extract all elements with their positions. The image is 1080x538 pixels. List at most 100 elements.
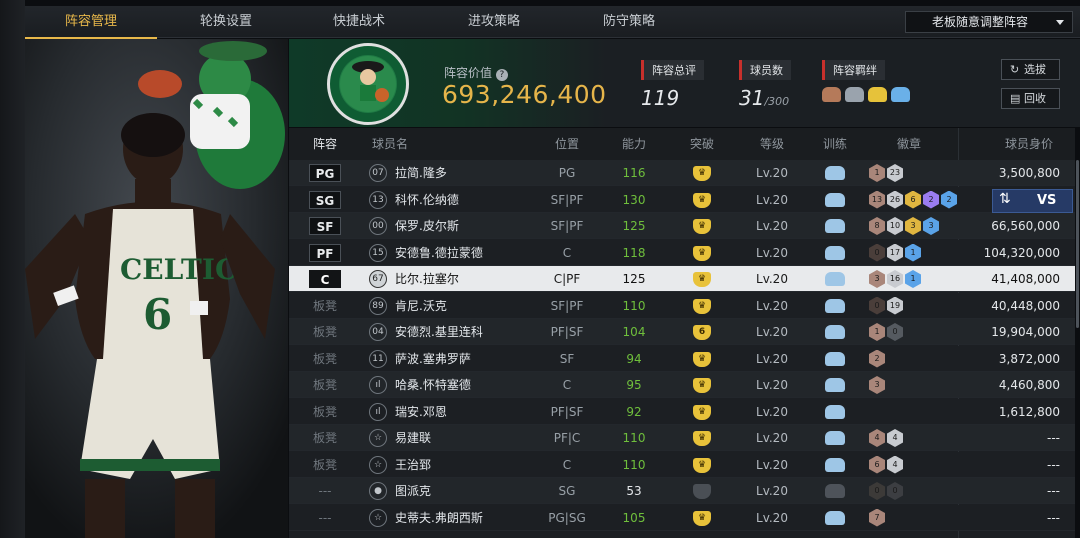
table-row[interactable]: SG13科怀.伦纳德SF|PF130♛Lv.2013266223 bbox=[289, 186, 1075, 213]
table-row[interactable]: 板凳 ıl 瑞安.邓恩 PF|SF 92 ♛ Lv.20 1,612,800 bbox=[289, 398, 1075, 425]
badge-icon[interactable]: 0 bbox=[869, 482, 885, 500]
badge-icon[interactable]: 3 bbox=[905, 217, 921, 235]
badge-icon[interactable]: 17 bbox=[887, 243, 903, 262]
player-name[interactable]: 哈桑.怀特塞德 bbox=[395, 372, 471, 398]
training-icon[interactable] bbox=[825, 219, 845, 233]
header-training[interactable]: 训练 bbox=[805, 128, 865, 160]
breakthrough-crown-icon[interactable]: ♛ bbox=[693, 378, 711, 393]
badge-icon[interactable]: 13 bbox=[869, 190, 885, 209]
badge-icon[interactable]: 1 bbox=[905, 243, 921, 262]
bond-gold-icon[interactable] bbox=[868, 87, 887, 102]
bond-bronze-icon[interactable] bbox=[822, 87, 841, 102]
header-badges[interactable]: 徽章 bbox=[879, 128, 939, 160]
table-row[interactable]: 板凳 ☆ 易建联 PF|C 110 ♛ Lv.20 4 4 --- bbox=[289, 425, 1075, 451]
breakthrough-crown-icon[interactable] bbox=[693, 484, 711, 499]
badge-icon[interactable]: 8 bbox=[869, 217, 885, 235]
training-icon[interactable] bbox=[825, 457, 845, 472]
header-ability[interactable]: 能力 bbox=[601, 128, 667, 160]
table-row[interactable]: C 67 比尔.拉塞尔 C|PF 125 ♛ Lv.20 3 16 1 41,408,000 bbox=[289, 266, 1075, 292]
bond-blue-icon[interactable] bbox=[891, 87, 910, 102]
badge-icon[interactable]: 19 bbox=[887, 296, 903, 315]
badge-icon[interactable]: 4 bbox=[869, 429, 885, 447]
breakthrough-crown-icon[interactable]: ♛ bbox=[693, 510, 711, 526]
badge-icon[interactable]: 26 bbox=[887, 190, 903, 209]
training-icon[interactable] bbox=[825, 510, 845, 525]
table-row[interactable]: 板凳 ☆ 王治郅 C 110 ♛ Lv.20 6 4 --- bbox=[289, 451, 1075, 478]
breakthrough-crown-icon[interactable]: ♛ bbox=[693, 166, 711, 181]
table-row[interactable]: PF 15 安德鲁.德拉蒙德 C 118 ♛ Lv.20 0 17 1 104,320,000 bbox=[289, 239, 1075, 266]
table-row[interactable]: 板凳 ıl 哈桑.怀特塞德 C 95 ♛ Lv.20 3 4,460,800 bbox=[289, 372, 1075, 398]
breakthrough-crown-icon[interactable]: ♛ bbox=[693, 351, 711, 367]
training-icon[interactable] bbox=[825, 192, 845, 207]
player-name[interactable]: 安德烈.基里连科 bbox=[395, 319, 483, 345]
badge-icon[interactable]: 23 bbox=[887, 164, 903, 182]
badge-icon[interactable]: 2 bbox=[923, 190, 939, 209]
pick-button[interactable]: ↻ 选拔 bbox=[1001, 59, 1060, 80]
badge-icon[interactable]: 1 bbox=[905, 270, 921, 288]
table-row[interactable]: 板凳 11 萨波.塞弗罗萨 SF 94 ♛ Lv.20 2 3,872,000 bbox=[289, 345, 1075, 372]
table-row[interactable]: 板凳 04 安德烈.基里连科 PF|SF 104 6 Lv.20 1 0 19,904,000 bbox=[289, 319, 1075, 345]
training-icon[interactable] bbox=[825, 484, 845, 498]
badge-icon[interactable]: 1 bbox=[869, 164, 885, 182]
training-icon[interactable] bbox=[825, 351, 845, 366]
breakthrough-crown-icon[interactable]: ♛ bbox=[693, 431, 711, 446]
breakthrough-crown-icon[interactable]: ♛ bbox=[693, 404, 711, 420]
badge-icon[interactable]: 0 bbox=[869, 243, 885, 262]
training-icon[interactable] bbox=[825, 378, 845, 392]
breakthrough-crown-icon[interactable]: 6 bbox=[693, 325, 711, 340]
breakthrough-crown-icon[interactable]: ♛ bbox=[693, 272, 711, 287]
header-position[interactable]: 位置 bbox=[525, 128, 609, 160]
tab-quick-tactics[interactable]: 快捷战术 bbox=[293, 6, 425, 38]
training-icon[interactable] bbox=[825, 404, 845, 419]
badge-icon[interactable]: 2 bbox=[869, 349, 885, 368]
training-icon[interactable] bbox=[825, 272, 845, 286]
badge-icon[interactable]: 16 bbox=[887, 270, 903, 288]
header-level[interactable]: 等级 bbox=[737, 128, 807, 160]
player-name[interactable]: 比尔.拉塞尔 bbox=[395, 266, 459, 292]
badge-icon[interactable]: 6 bbox=[905, 190, 921, 209]
tab-offense-strategy[interactable]: 进攻策略 bbox=[428, 6, 560, 38]
table-scrollbar[interactable] bbox=[1076, 160, 1079, 328]
player-name[interactable]: 史蒂夫.弗朗西斯 bbox=[395, 505, 483, 531]
player-name[interactable]: 安德鲁.德拉蒙德 bbox=[395, 240, 483, 266]
player-name[interactable]: 易建联 bbox=[395, 425, 431, 451]
bond-silver-icon[interactable] bbox=[845, 87, 864, 102]
header-name[interactable]: 球员名 bbox=[365, 128, 415, 160]
badge-icon[interactable]: 10 bbox=[887, 217, 903, 235]
breakthrough-crown-icon[interactable]: ♛ bbox=[693, 219, 711, 234]
training-icon[interactable] bbox=[825, 298, 845, 313]
header-value[interactable]: 球员身价 bbox=[989, 128, 1069, 160]
badge-icon[interactable]: 2 bbox=[941, 190, 957, 209]
badge-icon[interactable]: 0 bbox=[887, 482, 903, 500]
badge-icon[interactable]: 3 bbox=[923, 217, 939, 235]
player-name[interactable]: 王治郅 bbox=[395, 452, 431, 478]
table-row[interactable]: --- ● 图派克 SG 53 Lv.20 0 0 --- bbox=[289, 478, 1075, 504]
breakthrough-crown-icon[interactable]: ♛ bbox=[693, 457, 711, 473]
badge-icon[interactable]: 4 bbox=[887, 429, 903, 447]
breakthrough-crown-icon[interactable]: ♛ bbox=[693, 298, 711, 314]
training-icon[interactable] bbox=[825, 325, 845, 339]
badge-icon[interactable]: 4 bbox=[887, 455, 903, 474]
breakthrough-crown-icon[interactable]: ♛ bbox=[693, 192, 711, 208]
player-name[interactable]: 科怀.伦纳德 bbox=[395, 187, 459, 213]
badge-icon[interactable]: 6 bbox=[869, 455, 885, 474]
player-name[interactable]: 保罗.皮尔斯 bbox=[395, 213, 459, 239]
table-row[interactable]: PG 07 拉简.隆多 PG 116 ♛ Lv.20 1 23 3,500,800 bbox=[289, 160, 1075, 186]
table-row[interactable]: SF 00 保罗.皮尔斯 SF|PF 125 ♛ Lv.20 8 10 3 3 66,560,000 bbox=[289, 213, 1075, 239]
player-name[interactable]: 萨波.塞弗罗萨 bbox=[395, 346, 471, 372]
badge-icon[interactable]: 3 bbox=[869, 376, 885, 394]
tab-rotation-settings[interactable]: 轮换设置 bbox=[160, 6, 292, 38]
training-icon[interactable] bbox=[825, 245, 845, 260]
player-name[interactable]: 图派克 bbox=[395, 478, 431, 504]
badge-icon[interactable]: 0 bbox=[869, 296, 885, 315]
table-row[interactable]: 板凳 89 肯尼.沃克 SF|PF 110 ♛ Lv.20 0 19 40,448,000 bbox=[289, 292, 1075, 319]
header-lineup[interactable]: 阵容 bbox=[289, 128, 361, 160]
lineup-mode-dropdown[interactable]: 老板随意调整阵容 bbox=[905, 11, 1073, 33]
player-name[interactable]: 瑞安.邓恩 bbox=[395, 399, 447, 425]
badge-icon[interactable]: 7 bbox=[869, 508, 885, 527]
table-row[interactable]: --- ☆ 史蒂夫.弗朗西斯 PG|SG 105 ♛ Lv.20 7 --- bbox=[289, 504, 1075, 531]
badge-icon[interactable]: 0 bbox=[887, 323, 903, 341]
training-icon[interactable] bbox=[825, 166, 845, 180]
badge-icon[interactable]: 1 bbox=[869, 323, 885, 341]
breakthrough-crown-icon[interactable]: ♛ bbox=[693, 245, 711, 261]
